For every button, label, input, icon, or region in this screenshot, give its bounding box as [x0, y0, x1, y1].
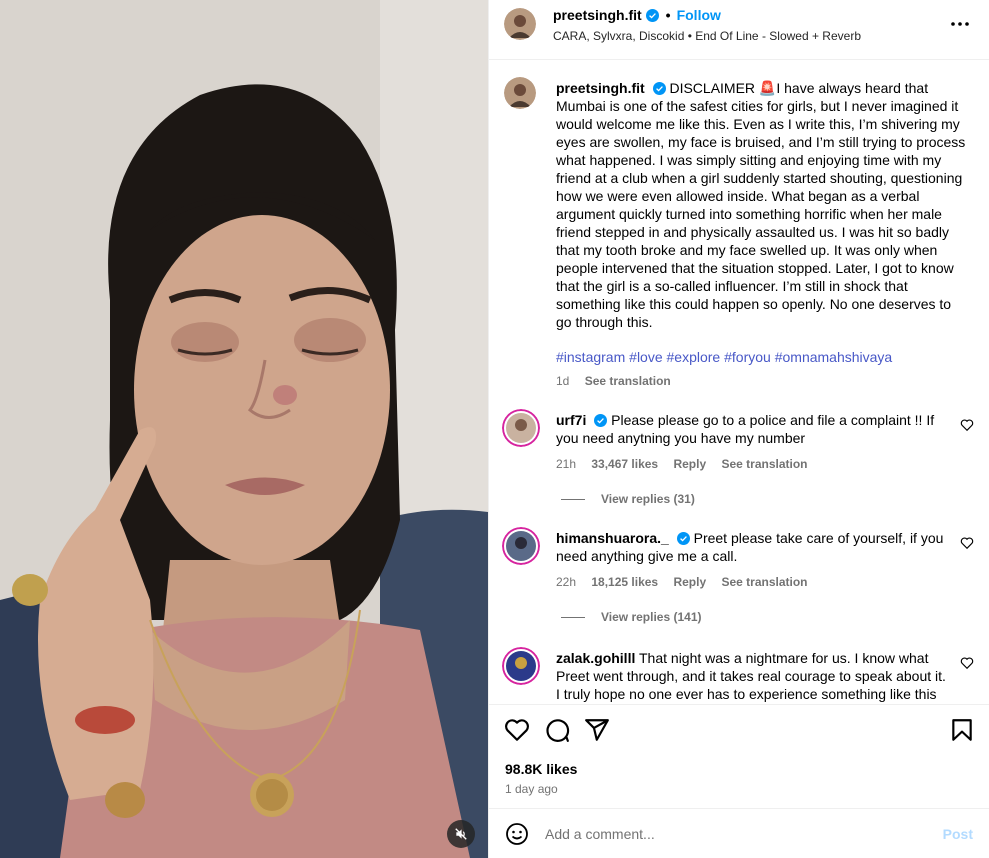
author-username[interactable]: preetsingh.fit [553, 7, 642, 23]
post-actions: 98.8K likes 1 day ago [489, 704, 989, 808]
see-translation-link[interactable]: See translation [721, 575, 807, 589]
see-translation-link[interactable]: See translation [721, 457, 807, 471]
commenter-avatar[interactable] [502, 527, 540, 565]
muted-speaker-icon [455, 828, 467, 840]
reply-button[interactable]: Reply [673, 575, 706, 589]
comment-composer: Post [489, 808, 989, 858]
comment-body: urf7i Please please go to a police and f… [556, 411, 951, 447]
like-count[interactable]: 98.8K likes [505, 761, 577, 777]
comment-like-icon[interactable] [960, 536, 974, 550]
comment-body: himanshuarora._ Preet please take care o… [556, 529, 951, 565]
post-caption: preetsingh.fit DISCLAIMER 🚨I have always… [556, 79, 966, 331]
comment-body: zalak.gohilll That night was a nightmare… [556, 649, 951, 703]
comment-time: 21h [556, 457, 577, 471]
comment-meta: 21h 33,467 likes Reply See translation [556, 457, 820, 471]
view-replies-button[interactable]: View replies (141) [561, 610, 702, 624]
bookmark-icon[interactable] [949, 717, 975, 743]
more-options-icon[interactable] [948, 12, 972, 36]
comment-likes[interactable]: 33,467 likes [591, 457, 658, 471]
caption-username[interactable]: preetsingh.fit [556, 80, 645, 96]
post-comment-button[interactable]: Post [943, 826, 973, 842]
commenter-username[interactable]: zalak.gohilll [556, 650, 635, 666]
author-avatar[interactable] [504, 8, 536, 40]
verified-badge-icon [676, 532, 690, 545]
replies-divider [561, 617, 585, 619]
view-replies-label: View replies (141) [601, 610, 702, 624]
comment-text: Please please go to a police and file a … [556, 412, 935, 446]
separator-dot: • [665, 7, 671, 23]
reel-video[interactable] [0, 0, 488, 858]
view-replies-button[interactable]: View replies (31) [561, 492, 695, 506]
emoji-icon[interactable] [505, 822, 529, 846]
post-date: 1 day ago [505, 782, 558, 796]
commenter-avatar[interactable] [502, 409, 540, 447]
replies-divider [561, 499, 585, 501]
comment-like-icon[interactable] [960, 418, 974, 432]
reply-button[interactable]: Reply [673, 457, 706, 471]
audio-track-link[interactable]: CARA, Sylvxra, Discokid • End Of Line - … [553, 29, 861, 43]
comment-icon[interactable] [544, 717, 570, 743]
verified-badge-icon [594, 414, 608, 427]
hashtag-link[interactable]: #foryou [724, 349, 771, 365]
hashtag-list: #instagram #love #explore #foryou #omnam… [556, 349, 892, 365]
post-details-panel: preetsingh.fit • Follow CARA, Sylvxra, D… [488, 0, 989, 858]
comment-time: 22h [556, 575, 577, 589]
caption-text: DISCLAIMER 🚨I have always heard that Mum… [556, 80, 966, 330]
share-icon[interactable] [584, 717, 610, 743]
commenter-avatar[interactable] [502, 647, 540, 685]
follow-button[interactable]: Follow [677, 7, 721, 23]
see-translation-link[interactable]: See translation [585, 374, 671, 388]
heart-icon[interactable] [504, 717, 530, 743]
hashtag-link[interactable]: #explore [667, 349, 721, 365]
comment-input[interactable] [545, 823, 925, 845]
caption-author-avatar[interactable] [504, 77, 536, 109]
caption-meta: 1d See translation [556, 374, 683, 388]
commenter-username[interactable]: urf7i [556, 412, 586, 428]
post-header: preetsingh.fit • Follow CARA, Sylvxra, D… [489, 0, 989, 60]
video-frame [0, 0, 488, 858]
comment-like-icon[interactable] [960, 656, 974, 670]
verified-badge-icon [652, 82, 666, 95]
verified-badge-icon [645, 8, 659, 22]
view-replies-label: View replies (31) [601, 492, 695, 506]
comments-scroll-area[interactable]: preetsingh.fit DISCLAIMER 🚨I have always… [489, 61, 989, 704]
comment-likes[interactable]: 18,125 likes [591, 575, 658, 589]
hashtag-link[interactable]: #instagram [556, 349, 625, 365]
mute-toggle-button[interactable] [447, 820, 475, 848]
caption-time: 1d [556, 374, 570, 388]
comment-meta: 22h 18,125 likes Reply See translation [556, 575, 820, 589]
commenter-username[interactable]: himanshuarora._ [556, 530, 669, 546]
hashtag-link[interactable]: #omnamahshivaya [775, 349, 893, 365]
hashtag-link[interactable]: #love [629, 349, 662, 365]
